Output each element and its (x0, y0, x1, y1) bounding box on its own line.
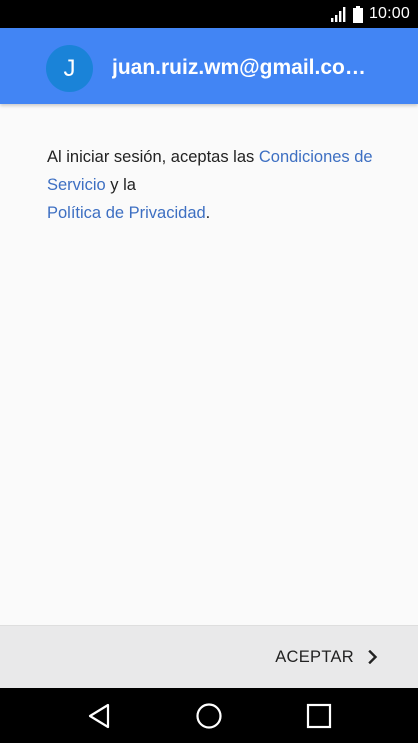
privacy-policy-link[interactable]: Política de Privacidad (47, 204, 206, 222)
nav-recents-button[interactable] (304, 702, 334, 730)
chevron-right-icon (368, 650, 378, 664)
signal-icon (330, 6, 346, 22)
bottom-action-bar: ACEPTAR (0, 625, 418, 688)
accept-button[interactable]: ACEPTAR (275, 640, 378, 674)
status-icons: 10:00 (330, 0, 410, 28)
home-icon (196, 703, 222, 729)
system-navigation-bar (0, 688, 418, 743)
status-bar: 10:00 (0, 0, 418, 28)
terms-paragraph: Al iniciar sesión, aceptas las Condicion… (47, 143, 387, 227)
accept-label: ACEPTAR (275, 647, 354, 666)
terms-content: Al iniciar sesión, aceptas las Condicion… (0, 104, 418, 625)
recents-icon (306, 703, 332, 729)
nav-back-button[interactable] (84, 702, 114, 730)
terms-text-before: Al iniciar sesión, aceptas las (47, 148, 259, 166)
nav-home-button[interactable] (194, 702, 224, 730)
status-time: 10:00 (368, 5, 410, 22)
back-icon (88, 703, 110, 729)
avatar: J (46, 45, 93, 92)
terms-text-after: . (205, 204, 211, 222)
terms-text-middle: y la (105, 176, 136, 194)
account-header: J juan.ruiz.wm@gmail.co… (0, 28, 418, 104)
account-email: juan.ruiz.wm@gmail.co… (112, 56, 366, 79)
battery-icon (352, 5, 363, 23)
